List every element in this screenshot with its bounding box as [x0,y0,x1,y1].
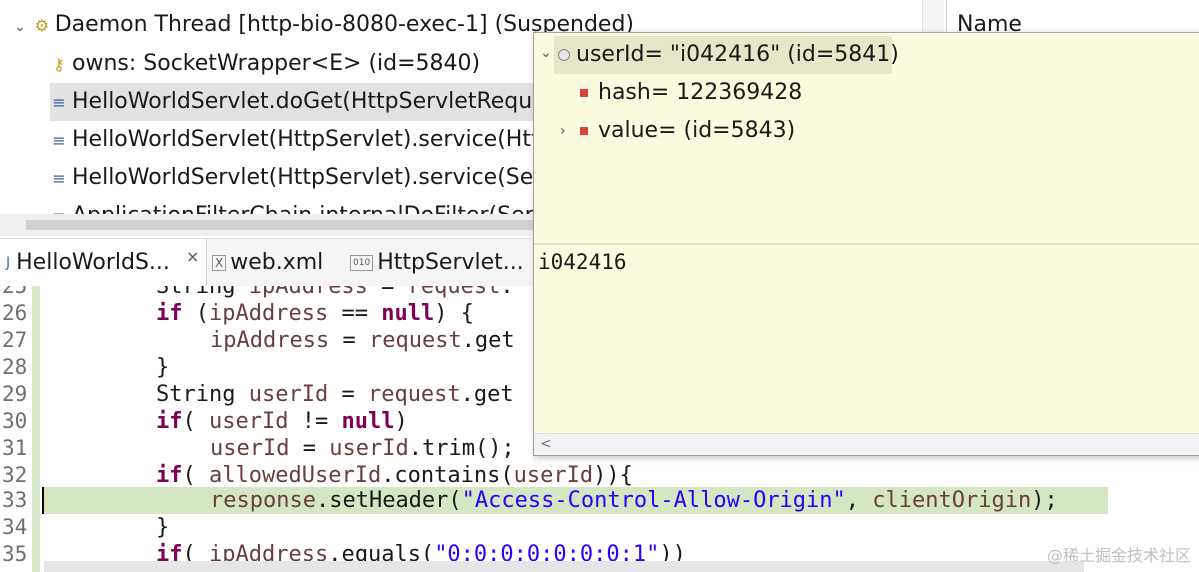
stack-row-label: HelloWorldServlet.doGet(HttpServletRequ [72,89,533,114]
text-caret [42,487,44,514]
change-marker-ruler [32,286,40,572]
line-number: 28 [2,355,28,379]
variable-label: value= (id=5843) [598,118,796,143]
close-icon[interactable]: × [186,233,199,281]
tab-httpservlet[interactable]: 010 HttpServlet... [346,239,524,287]
line-number: 30 [2,409,28,433]
scroll-left-icon[interactable]: < [540,434,552,454]
code-text: if (ipAddress == null) { [156,301,474,326]
popup-horizontal-scrollbar[interactable]: < [534,433,1199,455]
xml-file-icon: X [212,255,227,271]
variable-hash[interactable]: hash= 122369428 [580,74,802,112]
stack-frame-icon: ≡ [52,131,66,150]
code-text: if( userId != null) [156,409,408,434]
code-text: String userId = request.get [156,382,514,407]
stack-row-owns[interactable]: ⚷ owns: SocketWrapper<E> (id=5840) [50,45,480,83]
line-number: 27 [2,328,28,352]
line-number: 29 [2,382,28,406]
variable-label: hash= 122369428 [598,80,803,105]
stack-row-service-1[interactable]: ≡ HelloWorldServlet(HttpServlet).service(… [50,121,540,159]
line-number: 35 [2,542,28,566]
line-number: 32 [2,463,28,487]
stack-row-service-2[interactable]: ≡ HelloWorldServlet(HttpServlet).service(… [50,159,542,197]
line-number: 25 [2,286,28,298]
chevron-down-icon[interactable]: ⌄ [14,19,26,35]
tab-label: web.xml [230,250,324,275]
chevron-down-icon[interactable]: ⌄ [540,45,552,61]
line-number: 33 [2,488,28,512]
code-text: } [156,355,170,380]
stack-frame-icon: ≡ [52,93,66,112]
tab-web-xml[interactable]: Xweb.xml [208,239,323,287]
thread-icon: ⚙ [34,16,49,35]
line-number: 34 [2,515,28,539]
variable-tree: ⌄ userId= "i042416" (id=5841) hash= 1223… [534,33,1199,243]
variable-hover-popup: ⌄ userId= "i042416" (id=5841) hash= 1223… [533,32,1199,456]
chevron-right-icon[interactable]: › [560,123,566,139]
tab-helloworldservlet[interactable]: J HelloWorldS... × [0,239,207,287]
tab-label: HelloWorldS... [16,250,170,275]
code-text: ipAddress = request.get [210,328,515,353]
code-text: response.setHeader("Access-Control-Allow… [210,488,1058,513]
watermark: @稀土掘金技术社区 [1046,546,1191,565]
java-file-icon: J [6,255,11,271]
private-final-field-icon [580,127,588,135]
variable-userid[interactable]: userId= "i042416" (id=5841) [554,36,899,74]
line-number: 26 [2,301,28,325]
stack-row-label: HelloWorldServlet(HttpServlet).service(H… [72,127,540,152]
editor-horizontal-scrollbar[interactable] [44,561,1084,572]
class-file-icon: 010 [350,255,374,271]
code-text: String ipAddress = request. [156,286,514,299]
code-text: if( allowedUserId.contains(userId)){ [156,463,633,488]
private-field-icon [580,89,588,97]
stack-frame-icon: ≡ [52,169,66,188]
code-text: userId = userId.trim(); [210,436,515,461]
detail-pane[interactable]: i042416 [534,245,1199,435]
variable-label: userId= "i042416" (id=5841) [576,42,899,67]
key-icon: ⚷ [53,55,65,74]
variable-value[interactable]: value= (id=5843) [580,112,795,150]
line-number: 31 [2,436,28,460]
code-text: } [156,515,170,540]
stack-row-label: owns: SocketWrapper<E> (id=5840) [72,51,481,76]
tab-label: HttpServlet... [377,250,524,275]
object-icon [558,49,570,61]
detail-value: i042416 [538,250,627,274]
stack-row-label: HelloWorldServlet(HttpServlet).service(S… [72,165,543,190]
